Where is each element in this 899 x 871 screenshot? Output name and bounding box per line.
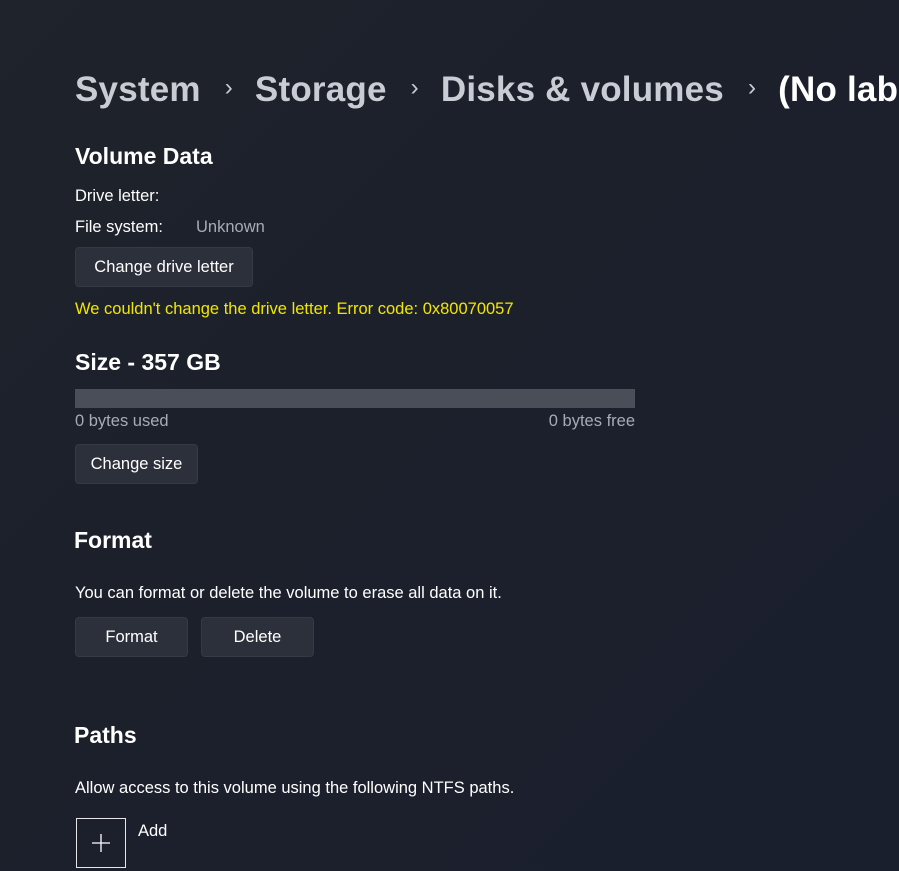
add-path-label[interactable]: Add [138,822,167,841]
format-heading: Format [74,527,152,553]
breadcrumb-system[interactable]: System [75,70,201,110]
chevron-right-icon: › [410,74,419,101]
breadcrumb-current-volume: (No label) [778,70,899,109]
format-button[interactable]: Format [75,617,188,657]
plus-icon [92,834,110,852]
file-system-label: File system: [75,218,164,236]
storage-usage-bar [75,389,635,408]
bytes-free-label: 0 bytes free [548,412,635,430]
drive-letter-error-message: We couldn't change the drive letter. Err… [75,300,514,318]
file-system-value: Unknown [196,218,265,236]
change-size-button[interactable]: Change size [75,444,198,484]
delete-button[interactable]: Delete [201,617,314,657]
paths-description: Allow access to this volume using the fo… [75,779,515,797]
size-heading: Size - 357 GB [75,349,221,375]
drive-letter-label: Drive letter: [75,187,160,205]
breadcrumb-disks-volumes[interactable]: Disks & volumes [441,70,724,110]
add-path-button[interactable] [76,818,126,868]
breadcrumb-storage[interactable]: Storage [255,70,387,110]
change-drive-letter-button[interactable]: Change drive letter [75,247,253,287]
breadcrumb: System › Storage › Disks & volumes › (No… [75,70,899,110]
chevron-right-icon: › [747,74,757,101]
bytes-used-label: 0 bytes used [75,412,169,430]
chevron-right-icon: › [224,74,233,101]
format-description: You can format or delete the volume to e… [75,584,502,602]
volume-data-heading: Volume Data [75,143,213,169]
paths-heading: Paths [74,722,137,748]
